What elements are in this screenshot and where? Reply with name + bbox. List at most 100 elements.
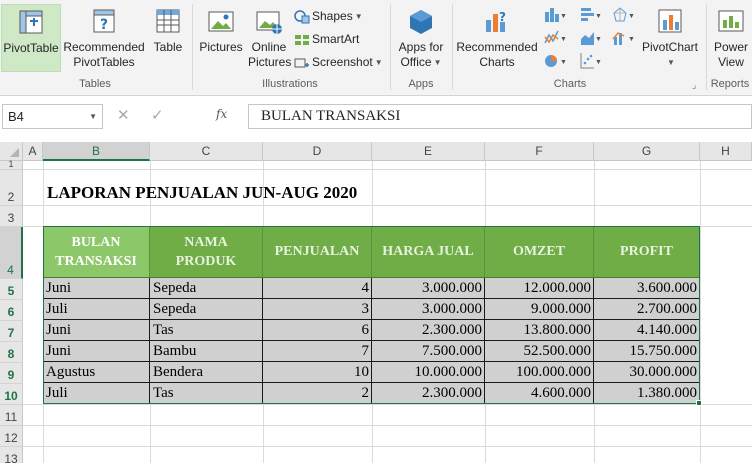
name-box[interactable]: B4 ▼ [2, 104, 103, 129]
column-header-a[interactable]: A [23, 142, 43, 161]
row-header-1[interactable]: 1 [0, 160, 23, 170]
table-cell[interactable]: 13.800.000 [485, 320, 594, 341]
column-chart-button[interactable]: ▼ [544, 6, 567, 24]
table-cell[interactable]: 2 [263, 383, 372, 404]
header-cell-harga-jual[interactable]: HARGA JUAL [372, 226, 485, 278]
table-button[interactable]: Table [150, 8, 186, 55]
insert-function-icon[interactable]: fx [216, 107, 227, 121]
header-text: TRANSAKSI [55, 253, 137, 269]
table-cell[interactable]: 100.000.000 [485, 362, 594, 383]
chevron-down-icon[interactable]: ▼ [89, 105, 97, 128]
cancel-icon[interactable]: ✕ [117, 106, 130, 124]
table-cell[interactable]: 10.000.000 [372, 362, 485, 383]
row-header-12[interactable]: 12 [0, 426, 23, 447]
table-cell[interactable]: Sepeda [150, 299, 263, 320]
table-cell[interactable]: 10 [263, 362, 372, 383]
online-pictures-button[interactable]: Online Pictures [248, 8, 291, 70]
row-header-13[interactable]: 13 [0, 447, 23, 463]
recommended-charts-button[interactable]: ? Recommended Charts [455, 8, 539, 70]
report-title[interactable]: LAPORAN PENJUALAN JUN-AUG 2020 [47, 183, 357, 203]
select-all-triangle-icon [10, 148, 19, 157]
row-header-9[interactable]: 9 [0, 363, 23, 384]
pie-chart-button[interactable]: ▼ [544, 52, 567, 70]
pivotchart-button[interactable]: PivotChart ▼ [640, 8, 700, 70]
table-cell[interactable]: Tas [150, 383, 263, 404]
apps-for-office-button[interactable]: Apps for Office ▼ [394, 8, 448, 70]
group-divider [192, 4, 193, 90]
table-cell[interactable]: Bambu [150, 341, 263, 362]
table-cell[interactable]: Juli [43, 383, 150, 404]
svg-text:?: ? [499, 10, 506, 24]
smartart-button[interactable]: SmartArt [294, 30, 359, 48]
table-cell[interactable]: Juni [43, 320, 150, 341]
column-header-e[interactable]: E [372, 142, 485, 161]
row-header-10[interactable]: 10 [0, 384, 23, 405]
formula-input[interactable]: BULAN TRANSAKSI [248, 104, 752, 129]
table-cell[interactable]: Agustus [43, 362, 150, 383]
smartart-label: SmartArt [312, 32, 360, 46]
table-cell[interactable]: 9.000.000 [485, 299, 594, 320]
table-cell[interactable]: 15.750.000 [594, 341, 700, 362]
column-header-c[interactable]: C [150, 142, 263, 161]
line-chart-button[interactable]: ▼ [544, 29, 567, 47]
table-cell[interactable]: Bendera [150, 362, 263, 383]
table-cell[interactable]: 4 [263, 278, 372, 299]
header-cell-omzet[interactable]: OMZET [485, 226, 594, 278]
table-cell[interactable]: Tas [150, 320, 263, 341]
row-header-6[interactable]: 6 [0, 300, 23, 321]
area-chart-button[interactable]: ▼ [580, 29, 602, 47]
table-cell[interactable]: Juni [43, 278, 150, 299]
column-header-g[interactable]: G [594, 142, 700, 161]
table-cell[interactable]: 7.500.000 [372, 341, 485, 362]
row-header-11[interactable]: 11 [0, 405, 23, 426]
table-cell[interactable]: 4.600.000 [485, 383, 594, 404]
pictures-button[interactable]: Pictures [198, 8, 244, 55]
table-cell[interactable]: 2.700.000 [594, 299, 700, 320]
table-cell[interactable]: 2.300.000 [372, 320, 485, 341]
table-cell[interactable]: 3.600.000 [594, 278, 700, 299]
header-text: PENJUALAN [274, 244, 360, 259]
table-cell[interactable]: 6 [263, 320, 372, 341]
row-header-8[interactable]: 8 [0, 342, 23, 363]
table-cell[interactable]: 1.380.000 [594, 383, 700, 404]
screenshot-button[interactable]: Screenshot ▼ [294, 53, 383, 71]
combo-chart-button[interactable]: ▼ [612, 29, 635, 47]
column-header-f[interactable]: F [485, 142, 594, 161]
enter-check-icon[interactable]: ✓ [151, 106, 164, 124]
header-cell-bulan-transaksi[interactable]: BULAN TRANSAKSI [43, 226, 150, 278]
table-cell[interactable]: 2.300.000 [372, 383, 485, 404]
row-header-2[interactable]: 2 [0, 170, 23, 206]
row-header-7[interactable]: 7 [0, 321, 23, 342]
table-cell[interactable]: 12.000.000 [485, 278, 594, 299]
power-view-button[interactable]: Power View [710, 8, 752, 70]
table-cell[interactable]: 52.500.000 [485, 341, 594, 362]
charts-dialog-launcher[interactable]: ⌟ [692, 80, 696, 91]
column-header-b[interactable]: B [43, 142, 150, 161]
table-cell[interactable]: 3.000.000 [372, 278, 485, 299]
table-cell[interactable]: Juni [43, 341, 150, 362]
column-header-h[interactable]: H [700, 142, 752, 161]
row-header-5[interactable]: 5 [0, 279, 23, 300]
table-cell[interactable]: 3.000.000 [372, 299, 485, 320]
scatter-chart-button[interactable]: ▼ [580, 52, 602, 70]
fill-handle[interactable] [696, 400, 702, 406]
table-cell[interactable]: 30.000.000 [594, 362, 700, 383]
table-cell[interactable]: Sepeda [150, 278, 263, 299]
shapes-button[interactable]: Shapes ▼ [294, 7, 363, 25]
table-label: Table [153, 40, 183, 54]
table-cell[interactable]: 7 [263, 341, 372, 362]
table-cell[interactable]: 4.140.000 [594, 320, 700, 341]
header-cell-profit[interactable]: PROFIT [594, 226, 700, 278]
header-cell-penjualan[interactable]: PENJUALAN [263, 226, 372, 278]
gridline [23, 205, 752, 206]
table-cell[interactable]: Juli [43, 299, 150, 320]
bar-chart-button[interactable]: ▼ [580, 6, 602, 24]
pivottable-button[interactable]: PivotTable [1, 4, 61, 72]
radar-chart-button[interactable]: ▼ [612, 6, 635, 24]
table-cell[interactable]: 3 [263, 299, 372, 320]
row-header-4[interactable]: 4 [0, 227, 23, 279]
row-header-3[interactable]: 3 [0, 206, 23, 227]
column-header-d[interactable]: D [263, 142, 372, 161]
header-cell-nama-produk[interactable]: NAMA PRODUK [150, 226, 263, 278]
recommended-pivottables-button[interactable]: ? Recommended PivotTables [62, 8, 146, 70]
